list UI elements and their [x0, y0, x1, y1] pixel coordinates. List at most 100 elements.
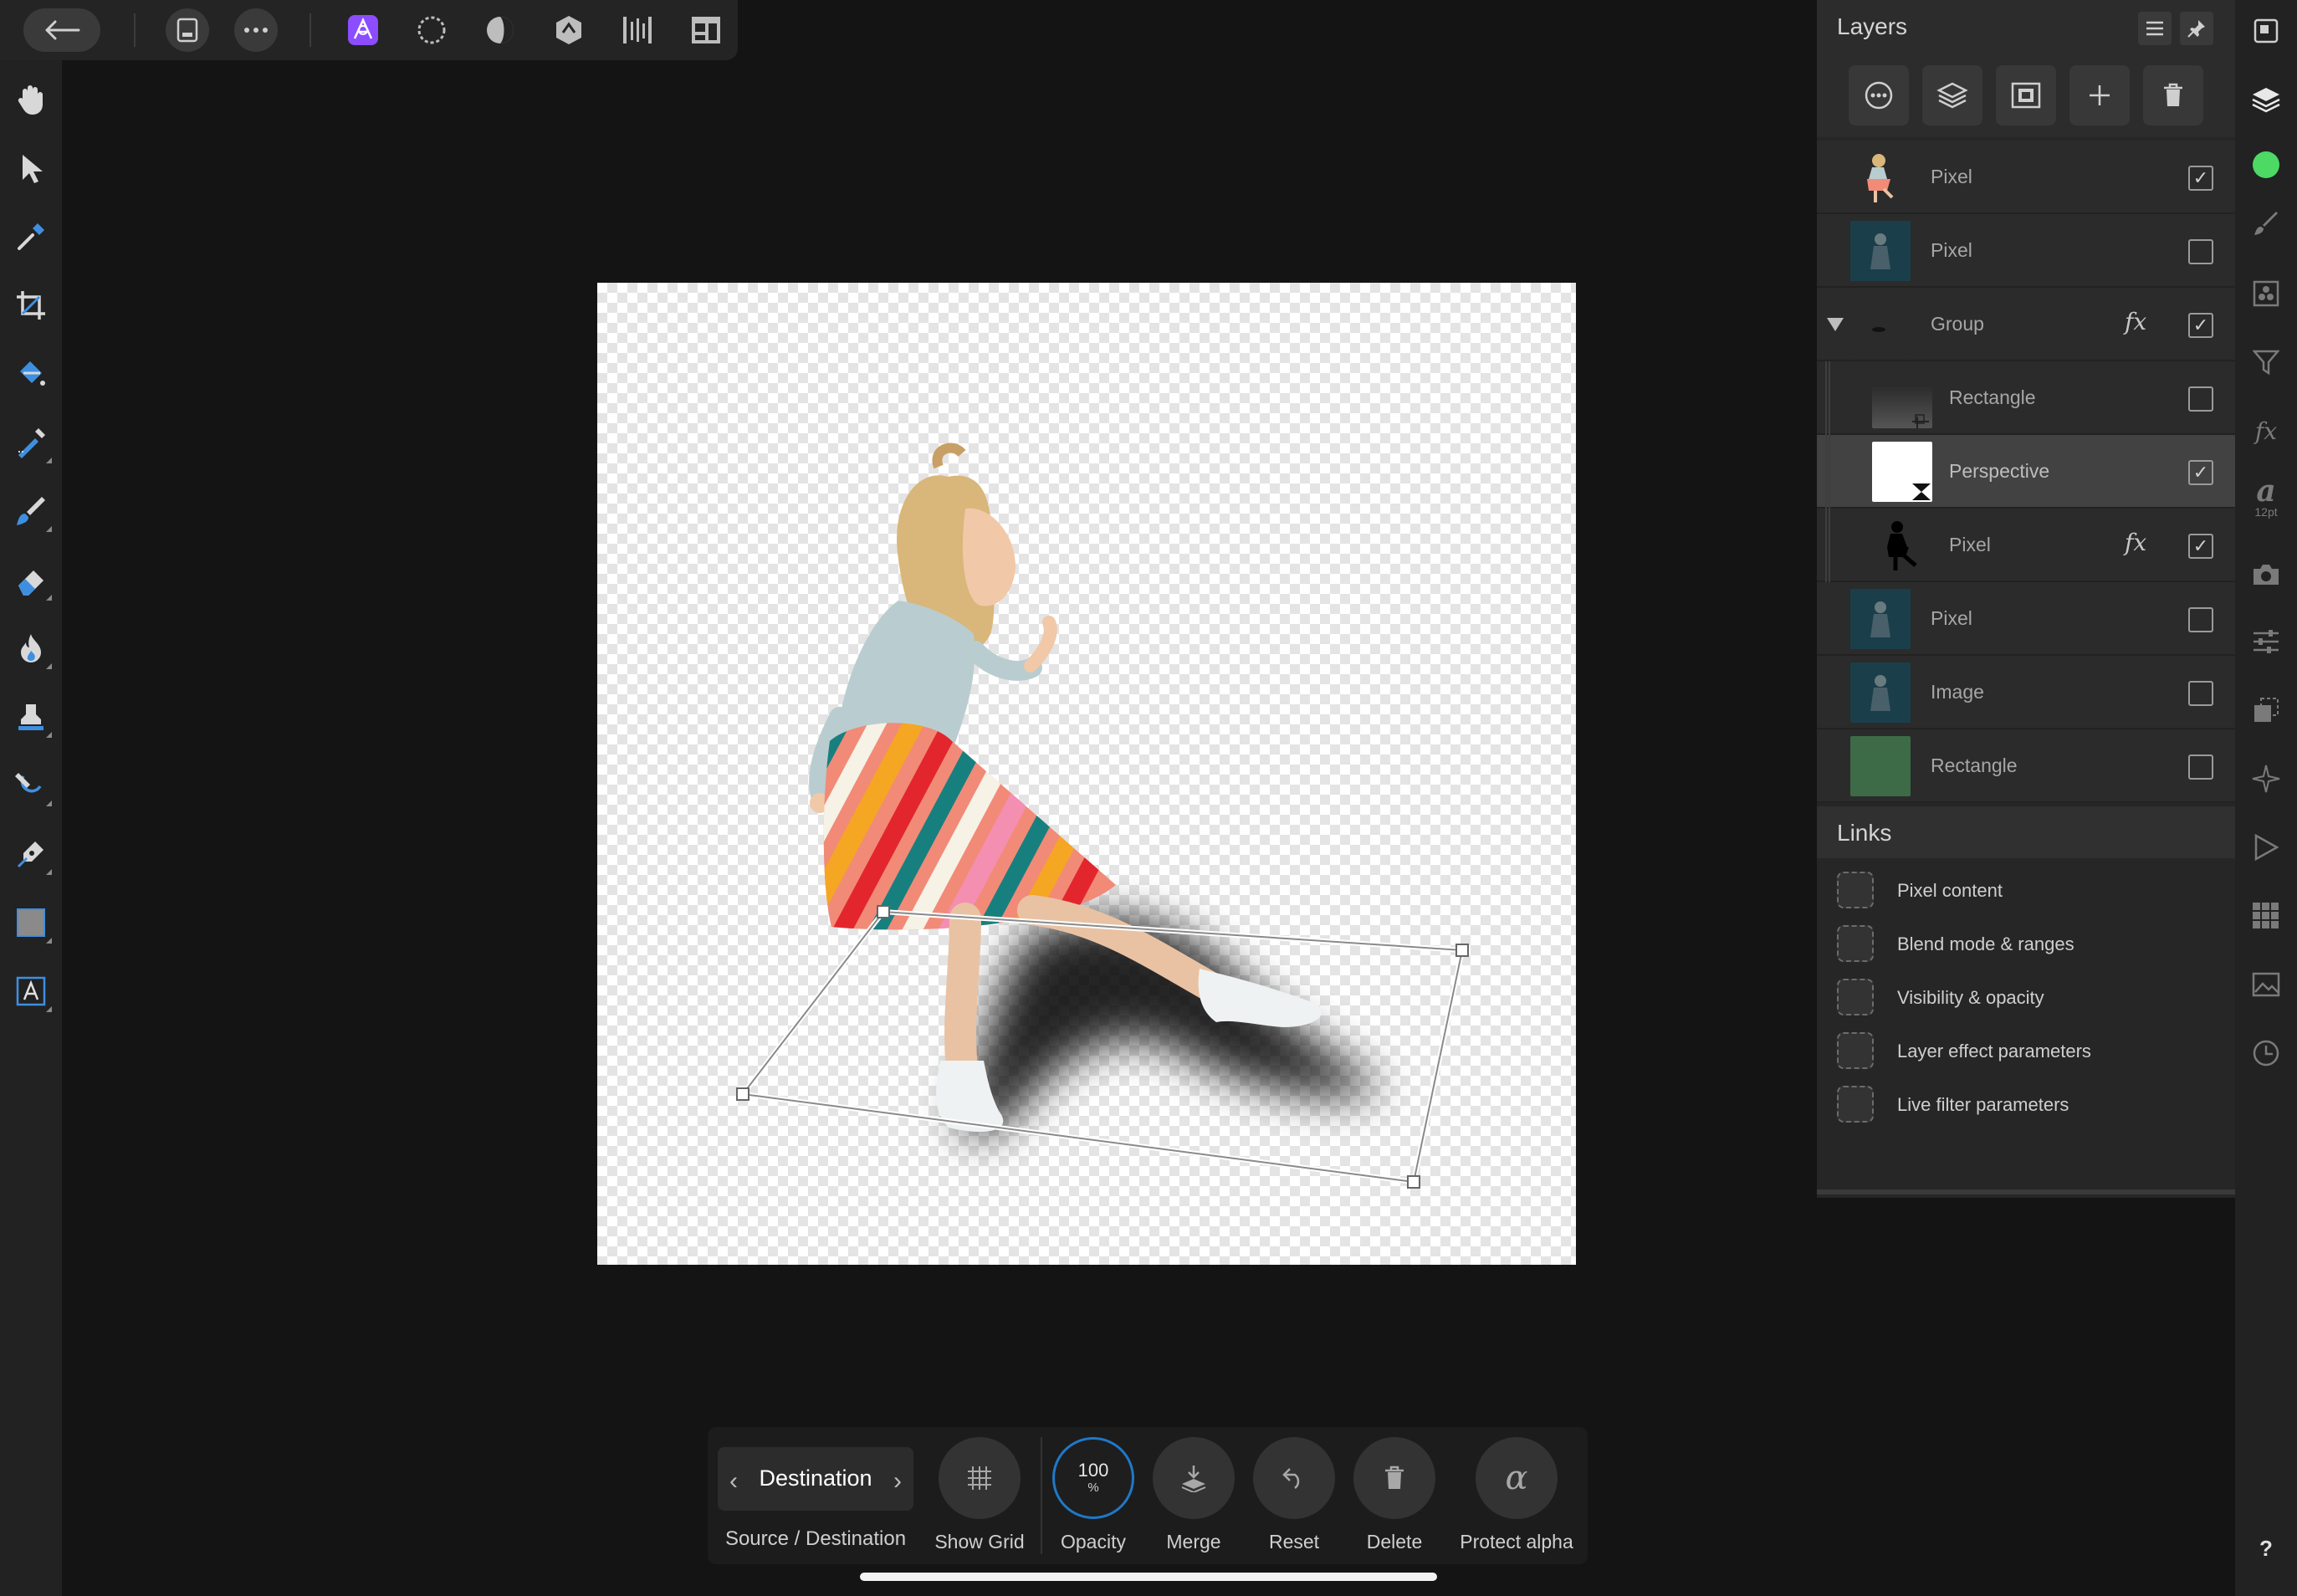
link-toggle[interactable]: [1837, 979, 1874, 1015]
clone-brush-tool[interactable]: [7, 691, 55, 743]
home-indicator[interactable]: [860, 1573, 1437, 1581]
quad-handle-bottom-right[interactable]: [1407, 1175, 1420, 1189]
document-button[interactable]: [166, 8, 209, 52]
inpainting-brush-tool[interactable]: [7, 760, 55, 811]
filters-studio-button[interactable]: [2243, 340, 2289, 385]
protect-alpha-button[interactable]: α: [1476, 1437, 1558, 1519]
link-toggle[interactable]: [1837, 925, 1874, 962]
flood-fill-tool[interactable]: [7, 348, 55, 400]
back-button[interactable]: [23, 8, 100, 52]
stock-studio-button[interactable]: [2243, 962, 2289, 1007]
more-button[interactable]: [234, 8, 278, 52]
snapshots-studio-button[interactable]: [2243, 552, 2289, 597]
liquify-persona-button[interactable]: [410, 8, 453, 52]
opacity-dial[interactable]: 100 %: [1052, 1437, 1134, 1519]
mask-layer-button[interactable]: [1996, 65, 2056, 125]
indent-guide: [1825, 361, 1832, 435]
navigate-studio-button[interactable]: [2243, 756, 2289, 801]
layers-menu-button[interactable]: [2138, 12, 2172, 45]
link-option[interactable]: Visibility & opacity: [1817, 970, 2235, 1024]
quad-handle-top-left[interactable]: [877, 905, 890, 918]
text-tool[interactable]: [7, 965, 55, 1017]
color-dot-icon: [2253, 151, 2279, 178]
chevron-right-icon[interactable]: ›: [893, 1467, 902, 1496]
crop-tool[interactable]: [7, 279, 55, 331]
layer-visibility-checkbox[interactable]: ✓: [2188, 313, 2213, 338]
link-toggle[interactable]: [1837, 872, 1874, 908]
panel-resize-handle[interactable]: [1817, 1189, 2235, 1194]
link-toggle[interactable]: [1837, 1086, 1874, 1123]
help-button[interactable]: ?: [2252, 1536, 2280, 1564]
delete-layer-button[interactable]: [2143, 65, 2203, 125]
develop-persona-button[interactable]: [478, 8, 522, 52]
erase-brush-tool[interactable]: [7, 554, 55, 606]
adjustments-studio-button[interactable]: [2243, 619, 2289, 664]
navigator-studio-button[interactable]: [2243, 8, 2289, 54]
layer-blend-button[interactable]: [1922, 65, 1982, 125]
grid-swatches-icon: [2253, 903, 2279, 928]
layer-visibility-checkbox[interactable]: ✓: [2188, 460, 2213, 485]
layer-row[interactable]: Pixel: [1817, 214, 2235, 288]
layer-row[interactable]: Rectangle: [1817, 729, 2235, 803]
merge-button[interactable]: [1153, 1437, 1235, 1519]
layer-visibility-checkbox[interactable]: [2188, 607, 2213, 632]
effects-studio-button[interactable]: fx: [2243, 408, 2289, 453]
layer-row[interactable]: Pixel: [1817, 582, 2235, 656]
layer-effects-fx-icon[interactable]: fx: [2125, 529, 2146, 556]
document-canvas[interactable]: [597, 283, 1576, 1265]
export-persona-button[interactable]: [616, 8, 659, 52]
source-destination-selector[interactable]: ‹ Destination ›: [718, 1447, 913, 1511]
document-icon: [176, 18, 198, 43]
swatches-studio-button[interactable]: [2243, 893, 2289, 939]
macro-studio-button[interactable]: [2243, 825, 2289, 870]
text-styles-studio-button[interactable]: a 12pt: [2243, 475, 2289, 520]
channels-studio-button[interactable]: [2243, 271, 2289, 316]
pen-tool[interactable]: [7, 828, 55, 880]
pin-panel-button[interactable]: [2180, 12, 2213, 45]
burn-brush-tool[interactable]: [7, 622, 55, 674]
reset-button[interactable]: [1253, 1437, 1335, 1519]
layer-effects-fx-icon[interactable]: fx: [2125, 308, 2146, 335]
layer-visibility-checkbox[interactable]: ✓: [2188, 534, 2213, 559]
rectangle-tool[interactable]: [7, 897, 55, 949]
link-toggle[interactable]: [1837, 1032, 1874, 1069]
layer-row[interactable]: Pixel ✓: [1817, 141, 2235, 214]
link-option[interactable]: Layer effect parameters: [1817, 1024, 2235, 1077]
layer-visibility-checkbox[interactable]: ✓: [2188, 166, 2213, 191]
brushes-studio-button[interactable]: [2243, 201, 2289, 246]
layer-visibility-checkbox[interactable]: [2188, 386, 2213, 412]
add-layer-button[interactable]: [2069, 65, 2130, 125]
selection-brush-tool[interactable]: [7, 417, 55, 468]
layer-row[interactable]: Pixel fx ✓: [1817, 509, 2235, 582]
paint-brush-tool[interactable]: [7, 485, 55, 537]
link-option[interactable]: Pixel content: [1817, 863, 2235, 917]
link-option[interactable]: Blend mode & ranges: [1817, 917, 2235, 970]
tone-mapping-persona-button[interactable]: [547, 8, 591, 52]
show-grid-button[interactable]: [939, 1437, 1021, 1519]
layer-row[interactable]: Image: [1817, 656, 2235, 729]
move-tool[interactable]: [7, 142, 55, 194]
delete-button[interactable]: [1353, 1437, 1435, 1519]
quad-handle-bottom-left[interactable]: [736, 1087, 749, 1101]
layer-visibility-checkbox[interactable]: [2188, 755, 2213, 780]
color-studio-button[interactable]: [2243, 142, 2289, 187]
quad-handle-top-right[interactable]: [1455, 944, 1469, 957]
color-picker-tool[interactable]: [7, 211, 55, 263]
context-toolbar: ‹ Destination › Source / Destination Sho…: [708, 1427, 1588, 1564]
view-tool[interactable]: [7, 74, 55, 125]
collapse-triangle-icon[interactable]: [1827, 318, 1844, 331]
layer-row-group[interactable]: Group fx ✓: [1817, 288, 2235, 361]
layer-visibility-checkbox[interactable]: [2188, 681, 2213, 706]
layer-row[interactable]: Rectangle: [1817, 361, 2235, 435]
layer-options-button[interactable]: [1849, 65, 1909, 125]
photo-persona-button[interactable]: [341, 8, 385, 52]
layers-studio-button[interactable]: [2243, 77, 2289, 122]
transform-studio-button[interactable]: [2243, 688, 2289, 733]
layout-persona-button[interactable]: [684, 8, 728, 52]
layer-visibility-checkbox[interactable]: [2188, 239, 2213, 264]
layer-row-selected[interactable]: Perspective ✓: [1817, 435, 2235, 509]
link-option[interactable]: Live filter parameters: [1817, 1077, 2235, 1131]
history-studio-button[interactable]: [2243, 1031, 2289, 1076]
layers-title: Layers: [1837, 13, 1908, 39]
rectangle-shape-icon: [17, 908, 45, 937]
